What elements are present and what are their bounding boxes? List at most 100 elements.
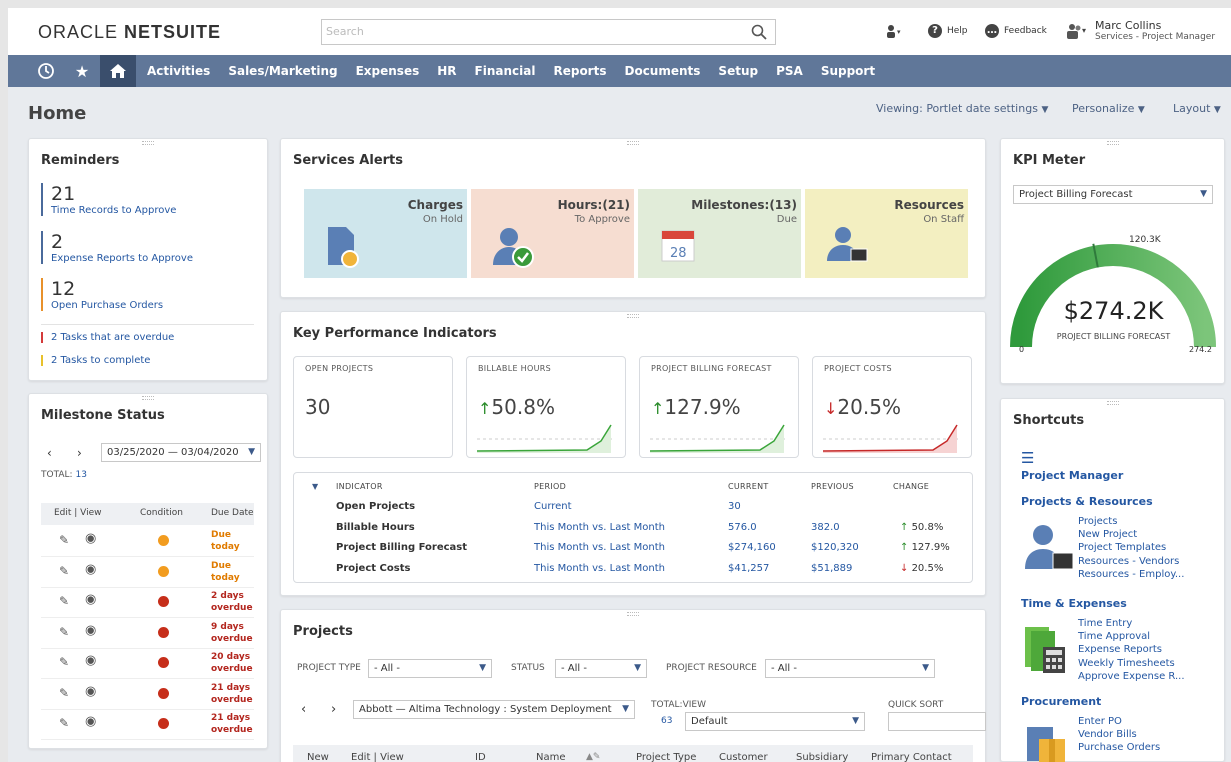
- kpi-current[interactable]: 576.0: [728, 522, 757, 533]
- quick-sort-select[interactable]: [888, 712, 986, 731]
- favorites-star-icon[interactable]: ★: [64, 55, 100, 87]
- nav-item-documents[interactable]: Documents: [615, 64, 709, 78]
- project-manager-link[interactable]: Project Manager: [1021, 469, 1123, 482]
- home-icon[interactable]: [100, 55, 136, 87]
- nav-item-setup[interactable]: Setup: [709, 64, 767, 78]
- hamburger-menu-icon[interactable]: ☰: [1021, 449, 1034, 467]
- nav-item-support[interactable]: Support: [812, 64, 884, 78]
- task-overdue-link[interactable]: 2 Tasks that are overdue: [41, 332, 254, 343]
- reminder-label[interactable]: Expense Reports to Approve: [51, 253, 254, 264]
- kpi-current[interactable]: $274,160: [728, 542, 776, 553]
- view-eye-icon[interactable]: ◉: [85, 653, 96, 668]
- kpi-previous[interactable]: 382.0: [811, 522, 840, 533]
- status-select[interactable]: - All - ▼: [555, 659, 647, 678]
- user-menu[interactable]: ▾ Marc Collins Services - Project Manager: [1065, 20, 1215, 42]
- task-complete-link[interactable]: 2 Tasks to complete: [41, 355, 254, 366]
- prev-arrow-icon[interactable]: ‹: [301, 702, 306, 717]
- project-select[interactable]: Abbott — Altima Technology : System Depl…: [353, 700, 635, 719]
- reminder-label[interactable]: Time Records to Approve: [51, 205, 254, 216]
- view-eye-icon[interactable]: ◉: [85, 592, 96, 607]
- logo[interactable]: ORACLE NETSUITE: [38, 22, 221, 43]
- kpi-current[interactable]: 30: [728, 501, 741, 512]
- shortcut-link[interactable]: Vendor Bills: [1078, 728, 1137, 741]
- kpi-period[interactable]: This Month vs. Last Month: [534, 522, 665, 533]
- drag-handle[interactable]: [627, 314, 639, 318]
- edit-pencil-icon[interactable]: ✎: [59, 564, 69, 578]
- shortcut-link[interactable]: Time Entry: [1078, 617, 1132, 630]
- collapse-chevron-icon[interactable]: ▼: [312, 482, 318, 491]
- reminder-item[interactable]: 21 Time Records to Approve: [41, 183, 254, 216]
- kpi-box[interactable]: PROJECT BILLING FORECAST ↑127.9%: [639, 356, 799, 458]
- next-arrow-icon[interactable]: ›: [331, 702, 336, 717]
- nav-item-expenses[interactable]: Expenses: [347, 64, 429, 78]
- kpi-period[interactable]: Current: [534, 501, 572, 512]
- col-name[interactable]: Name: [536, 752, 566, 762]
- edit-pencil-icon[interactable]: ✎: [59, 625, 69, 639]
- kpi-box[interactable]: BILLABLE HOURS ↑50.8%: [466, 356, 626, 458]
- reminder-item[interactable]: 2 Expense Reports to Approve: [41, 231, 254, 264]
- shortcut-link[interactable]: Approve Expense R...: [1078, 670, 1185, 683]
- view-select[interactable]: Default ▼: [685, 712, 865, 731]
- col-id[interactable]: ID: [475, 752, 486, 762]
- view-eye-icon[interactable]: ◉: [85, 623, 96, 638]
- alert-tile-resources[interactable]: Resources On Staff: [805, 189, 968, 278]
- kpi-meter-select[interactable]: Project Billing Forecast ▼: [1013, 185, 1213, 204]
- shortcut-link[interactable]: Resources - Employ...: [1078, 568, 1184, 581]
- prev-arrow-icon[interactable]: ‹: [47, 446, 52, 460]
- nav-item-activities[interactable]: Activities: [138, 64, 219, 78]
- kpi-box[interactable]: PROJECT COSTS ↓20.5%: [812, 356, 972, 458]
- recent-records-icon[interactable]: ▾: [885, 24, 903, 38]
- view-eye-icon[interactable]: ◉: [85, 562, 96, 577]
- alert-tile-hours[interactable]: Hours:(21) To Approve: [471, 189, 634, 278]
- layout-dropdown[interactable]: Layout ▼: [1173, 102, 1221, 115]
- sort-icon[interactable]: ▲✎: [586, 752, 600, 762]
- drag-handle[interactable]: [142, 396, 154, 400]
- reminder-label[interactable]: Open Purchase Orders: [51, 300, 254, 311]
- shortcut-link[interactable]: Expense Reports: [1078, 643, 1162, 656]
- alert-tile-milestones[interactable]: Milestones:(13) Due 28: [638, 189, 801, 278]
- kpi-previous[interactable]: $120,320: [811, 542, 859, 553]
- edit-pencil-icon[interactable]: ✎: [59, 686, 69, 700]
- drag-handle[interactable]: [142, 141, 154, 145]
- recent-icon[interactable]: [28, 55, 64, 87]
- shortcut-link[interactable]: Project Templates: [1078, 541, 1166, 554]
- nav-item-psa[interactable]: PSA: [767, 64, 812, 78]
- date-range-select[interactable]: 03/25/2020 — 03/04/2020 ▼: [101, 443, 261, 462]
- kpi-current[interactable]: $41,257: [728, 563, 769, 574]
- col-primary-contact[interactable]: Primary Contact: [871, 752, 952, 762]
- reminder-item[interactable]: 12 Open Purchase Orders: [41, 278, 254, 311]
- view-eye-icon[interactable]: ◉: [85, 714, 96, 729]
- nav-item-reports[interactable]: Reports: [544, 64, 615, 78]
- shortcut-link[interactable]: Purchase Orders: [1078, 741, 1160, 754]
- drag-handle[interactable]: [627, 612, 639, 616]
- shortcut-link[interactable]: Weekly Timesheets: [1078, 657, 1175, 670]
- nav-item-sales-marketing[interactable]: Sales/Marketing: [219, 64, 346, 78]
- kpi-period[interactable]: This Month vs. Last Month: [534, 542, 665, 553]
- col-subsidiary[interactable]: Subsidiary: [796, 752, 848, 762]
- nav-item-financial[interactable]: Financial: [466, 64, 545, 78]
- edit-pencil-icon[interactable]: ✎: [59, 655, 69, 669]
- drag-handle[interactable]: [627, 141, 639, 145]
- feedback-link[interactable]: … Feedback: [985, 24, 1047, 38]
- search-input[interactable]: Search: [321, 19, 776, 45]
- help-link[interactable]: ? Help: [928, 24, 968, 38]
- col-customer[interactable]: Customer: [719, 752, 768, 762]
- kpi-period[interactable]: This Month vs. Last Month: [534, 563, 665, 574]
- next-arrow-icon[interactable]: ›: [77, 446, 82, 460]
- kpi-box[interactable]: OPEN PROJECTS 30: [293, 356, 453, 458]
- edit-pencil-icon[interactable]: ✎: [59, 716, 69, 730]
- shortcut-link[interactable]: Resources - Vendors: [1078, 555, 1179, 568]
- shortcut-link[interactable]: Projects: [1078, 515, 1117, 528]
- shortcut-link[interactable]: Enter PO: [1078, 715, 1122, 728]
- project-type-select[interactable]: - All - ▼: [368, 659, 492, 678]
- edit-pencil-icon[interactable]: ✎: [59, 533, 69, 547]
- viewing-dropdown[interactable]: Viewing: Portlet date settings ▼: [876, 102, 1048, 115]
- search-icon[interactable]: [751, 24, 767, 40]
- nav-item-hr[interactable]: HR: [428, 64, 465, 78]
- col-new[interactable]: New: [307, 752, 329, 762]
- view-eye-icon[interactable]: ◉: [85, 531, 96, 546]
- kpi-previous[interactable]: $51,889: [811, 563, 852, 574]
- drag-handle[interactable]: [1106, 141, 1119, 145]
- drag-handle[interactable]: [1106, 401, 1119, 405]
- project-resource-select[interactable]: - All - ▼: [765, 659, 935, 678]
